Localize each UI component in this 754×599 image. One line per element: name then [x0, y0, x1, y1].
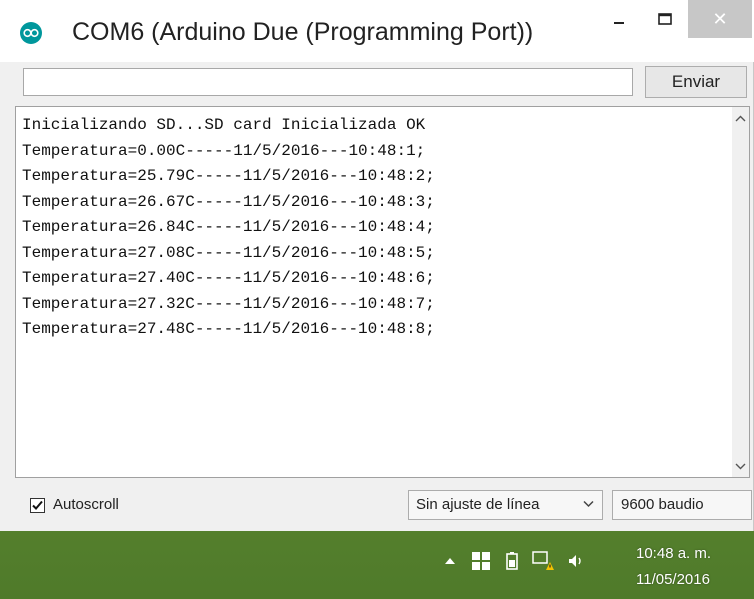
title-bar[interactable]: COM6 (Arduino Due (Programming Port)) ✕ [0, 0, 754, 62]
taskbar-tray: 10:48 a. m. 11/05/2016 [0, 531, 754, 599]
bottom-toolbar: Autoscroll Sin ajuste de línea 9600 baud… [0, 484, 754, 524]
serial-monitor-window: COM6 (Arduino Due (Programming Port)) ✕ … [0, 0, 754, 531]
network-warning-icon[interactable] [530, 549, 556, 573]
window-title: COM6 (Arduino Due (Programming Port)) [72, 18, 534, 46]
line-ending-dropdown[interactable]: Sin ajuste de línea [408, 490, 603, 520]
serial-output-line: Temperatura=27.48C-----11/5/2016---10:48… [22, 320, 435, 338]
send-row: Enviar [0, 62, 754, 100]
send-button[interactable]: Enviar [645, 66, 747, 98]
line-ending-value: Sin ajuste de línea [416, 496, 540, 513]
autoscroll-checkbox[interactable] [30, 498, 45, 513]
serial-output-line: Temperatura=26.67C-----11/5/2016---10:48… [22, 192, 435, 211]
clock-date[interactable]: 11/05/2016 [636, 571, 710, 588]
serial-output-line: Temperatura=25.79C-----11/5/2016---10:48… [22, 167, 435, 185]
caret-up-icon[interactable] [442, 549, 458, 573]
maximize-button[interactable] [642, 0, 688, 38]
speaker-icon[interactable] [566, 549, 586, 573]
serial-output-line: Inicializando SD...SD card Inicializada … [22, 116, 426, 134]
battery-icon[interactable] [504, 549, 520, 573]
serial-output-line: Temperatura=26.84C-----11/5/2016---10:48… [22, 218, 435, 236]
chevron-down-icon [583, 500, 594, 508]
close-button[interactable]: ✕ [688, 0, 752, 38]
serial-output-line: Temperatura=27.08C-----11/5/2016---10:48… [22, 243, 435, 262]
scroll-up-button[interactable] [732, 107, 749, 129]
baud-rate-value: 9600 baudio [621, 496, 704, 513]
serial-output-line: Temperatura=27.32C-----11/5/2016---10:48… [22, 294, 435, 313]
close-icon: ✕ [712, 8, 728, 29]
clock-time[interactable]: 10:48 a. m. [636, 545, 711, 562]
chevron-down-icon [735, 463, 746, 469]
arduino-icon [20, 22, 42, 44]
maximize-icon [658, 13, 672, 25]
serial-output-text: Inicializando SD...SD card Inicializada … [22, 113, 722, 343]
minimize-button[interactable] [596, 0, 642, 38]
chevron-up-icon [735, 115, 746, 121]
scroll-down-button[interactable] [732, 455, 749, 477]
minimize-icon [614, 22, 624, 24]
vertical-scrollbar[interactable] [732, 107, 749, 477]
send-input[interactable] [23, 68, 633, 96]
autoscroll-label[interactable]: Autoscroll [53, 496, 119, 513]
serial-output-line: Temperatura=0.00C-----11/5/2016---10:48:… [22, 141, 426, 160]
serial-output-area[interactable]: Inicializando SD...SD card Inicializada … [15, 106, 750, 478]
windows-flag-icon[interactable] [470, 549, 492, 573]
serial-output-line: Temperatura=27.40C-----11/5/2016---10:48… [22, 269, 435, 287]
baud-rate-dropdown[interactable]: 9600 baudio [612, 490, 752, 520]
checkmark-icon [32, 500, 43, 510]
